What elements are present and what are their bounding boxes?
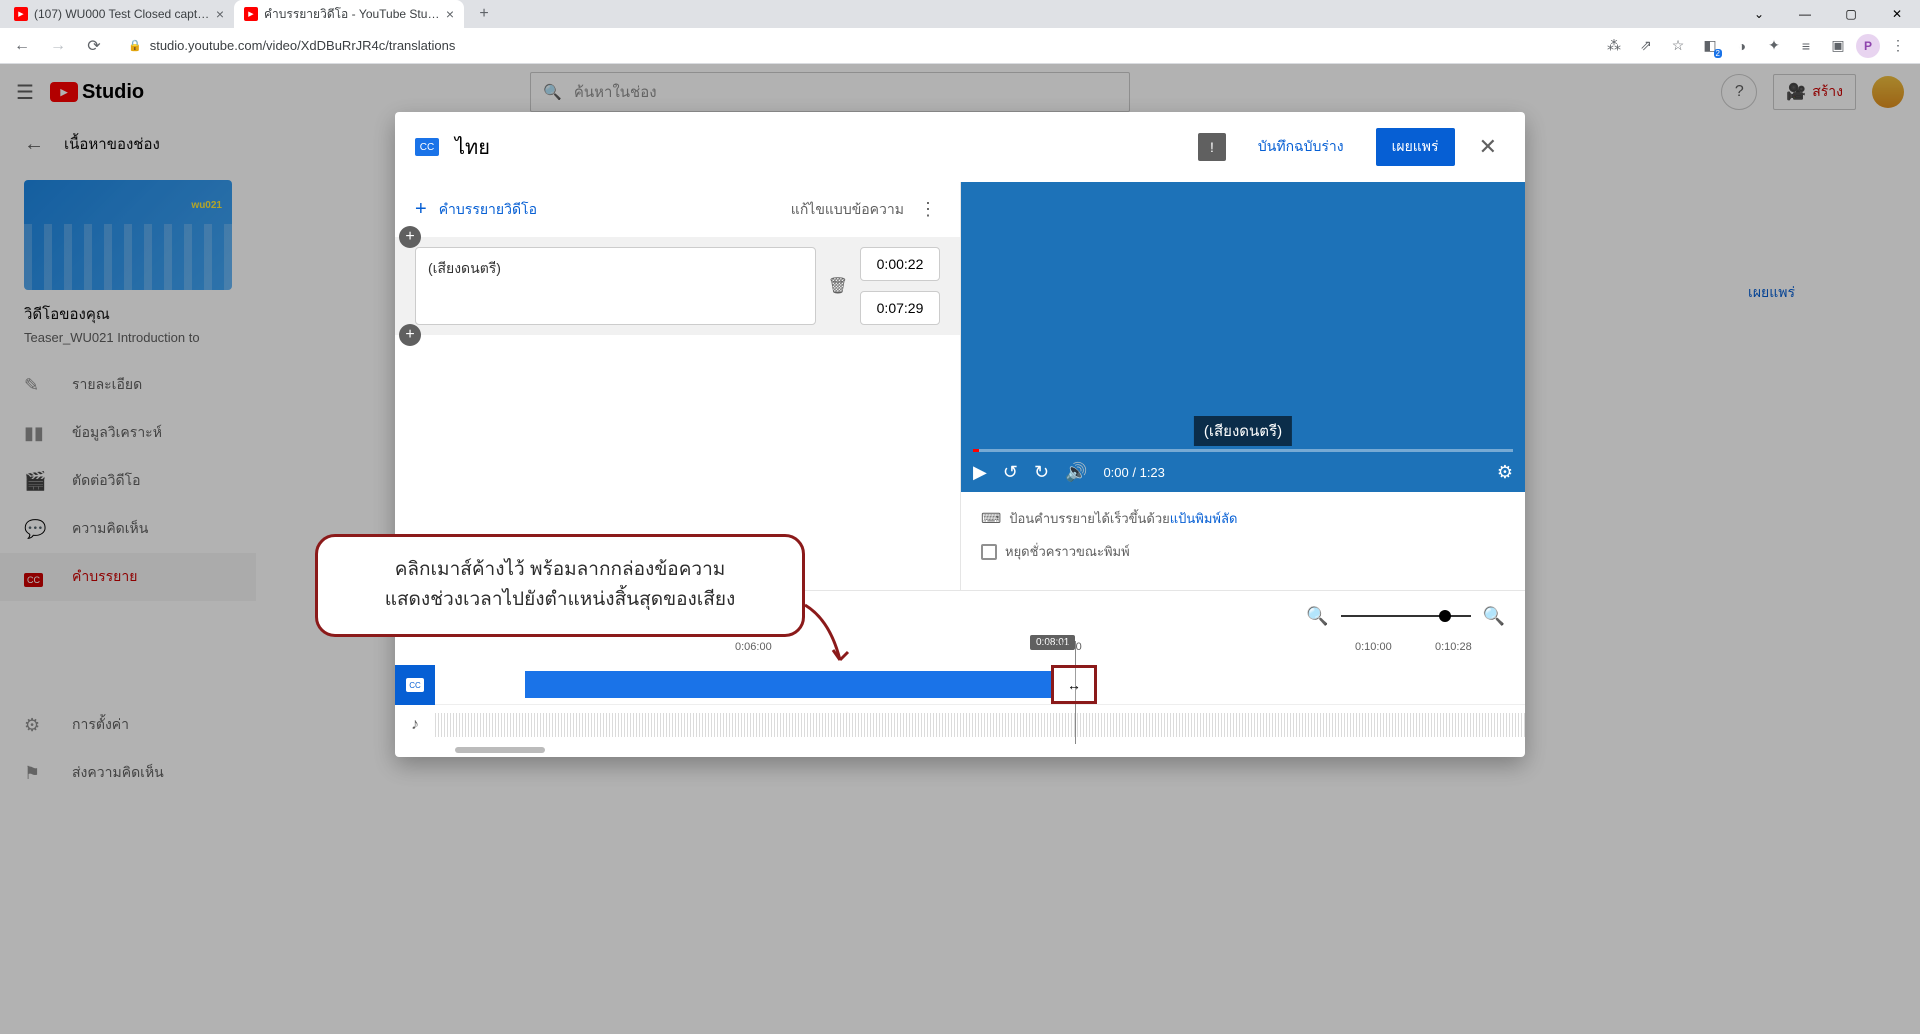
more-options-icon[interactable]: ⋮: [916, 199, 940, 220]
maximize-icon[interactable]: ▢: [1828, 0, 1874, 28]
player-time: 0:00 / 1:23: [1103, 465, 1164, 480]
edit-as-text-button[interactable]: แก้ไขแบบข้อความ: [791, 199, 904, 221]
insert-caption-below[interactable]: +: [399, 324, 421, 346]
address-bar: ← → ⟳ 🔒 studio.youtube.com/video/XdDBuRr…: [0, 28, 1920, 64]
close-icon[interactable]: ✕: [1471, 134, 1505, 160]
zoom-out-icon[interactable]: 🔍: [1306, 606, 1328, 627]
zoom-slider[interactable]: [1341, 615, 1471, 617]
checkbox-icon[interactable]: [981, 544, 997, 560]
drag-handle[interactable]: ↔: [1051, 665, 1097, 704]
annotation-arrow: [800, 600, 860, 680]
extension-icon[interactable]: ◧2: [1696, 32, 1724, 60]
subtitle-editor-modal: CC ไทย ! บันทึกฉบับร่าง เผยแพร่ ✕ + คำบร…: [395, 112, 1525, 757]
sidepanel-icon[interactable]: ▣: [1824, 32, 1852, 60]
lock-icon: 🔒: [128, 39, 142, 52]
puzzle-icon[interactable]: ✦: [1760, 32, 1788, 60]
keyboard-icon: ⌨: [981, 510, 1001, 527]
rewind-button[interactable]: ↺: [1003, 462, 1018, 483]
tip-shortcuts: ⌨ ป้อนคำบรรยายได้เร็วขึ้นด้วยแป้นพิมพ์ลั…: [981, 508, 1505, 529]
caption-row: + + (เสียงดนตรี) 🗑 0:00:22 0:07:29: [395, 237, 960, 335]
plus-icon: +: [415, 198, 427, 221]
music-note-icon: ♪: [395, 716, 435, 734]
reading-list-icon[interactable]: ≡: [1792, 32, 1820, 60]
video-player[interactable]: (เสียงดนตรี) ▶ ↺ ↻ 🔊 0:00 / 1:23 ⚙: [961, 182, 1525, 492]
subtitle-icon: CC: [415, 138, 439, 156]
close-window-icon[interactable]: ✕: [1874, 0, 1920, 28]
reload-button[interactable]: ⟳: [80, 32, 108, 60]
youtube-favicon: [14, 7, 28, 21]
back-button[interactable]: ←: [8, 32, 36, 60]
feedback-icon[interactable]: !: [1198, 133, 1226, 161]
add-caption-button[interactable]: + คำบรรยายวิดีโอ: [415, 198, 537, 221]
delete-icon[interactable]: 🗑: [828, 276, 848, 296]
publish-button[interactable]: เผยแพร่: [1376, 128, 1455, 166]
zoom-in-icon[interactable]: 🔍: [1483, 606, 1505, 627]
forward-button[interactable]: ↻: [1034, 462, 1049, 483]
profile-avatar[interactable]: P: [1856, 34, 1880, 58]
play-button[interactable]: ▶: [973, 462, 987, 483]
url-input[interactable]: 🔒 studio.youtube.com/video/XdDBuRrJR4c/t…: [116, 32, 1592, 60]
window-controls: ⌄ — ▢ ✕: [1736, 0, 1920, 28]
save-draft-button[interactable]: บันทึกฉบับร่าง: [1242, 136, 1360, 158]
minimize-icon[interactable]: —: [1782, 0, 1828, 28]
caption-track-icon: CC: [395, 665, 435, 705]
shortcuts-link[interactable]: แป้นพิมพ์ลัด: [1170, 511, 1238, 526]
extension-icon[interactable]: ◑: [1728, 32, 1756, 60]
tab-close-icon[interactable]: ×: [446, 6, 454, 22]
translate-icon[interactable]: ⁂: [1600, 32, 1628, 60]
youtube-favicon: [244, 7, 258, 21]
insert-caption-above[interactable]: +: [399, 226, 421, 248]
forward-button[interactable]: →: [44, 32, 72, 60]
audio-track[interactable]: ♪: [395, 705, 1525, 745]
chevron-down-icon[interactable]: ⌄: [1736, 0, 1782, 28]
modal-overlay: CC ไทย ! บันทึกฉบับร่าง เผยแพร่ ✕ + คำบร…: [0, 64, 1920, 1034]
caption-text-input[interactable]: (เสียงดนตรี): [415, 247, 816, 325]
volume-button[interactable]: 🔊: [1065, 462, 1087, 483]
timeline-scrollbar[interactable]: [395, 745, 1525, 757]
browser-tab-bar: (107) WU000 Test Closed caption × คำบรรย…: [0, 0, 1920, 28]
annotation-callout: คลิกเมาส์ค้างไว้ พร้อมลากกล่องข้อความ แส…: [315, 534, 805, 637]
settings-icon[interactable]: ⚙: [1497, 462, 1513, 483]
bookmark-icon[interactable]: ☆: [1664, 32, 1692, 60]
new-tab-button[interactable]: +: [472, 2, 496, 26]
end-time-input[interactable]: 0:07:29: [860, 291, 940, 325]
browser-tab-1[interactable]: (107) WU000 Test Closed caption ×: [4, 0, 234, 28]
start-time-input[interactable]: 0:00:22: [860, 247, 940, 281]
caption-preview: (เสียงดนตรี): [1194, 416, 1292, 446]
menu-icon[interactable]: ⋮: [1884, 32, 1912, 60]
modal-title: ไทย: [455, 131, 1182, 163]
caption-block[interactable]: [525, 671, 1053, 698]
caption-track[interactable]: CC ↔: [395, 665, 1525, 705]
tip-pause[interactable]: หยุดชั่วคราวขณะพิมพ์: [981, 541, 1505, 562]
browser-tab-2[interactable]: คำบรรยายวิดีโอ - YouTube Studio ×: [234, 0, 464, 28]
timeline-ruler[interactable]: 0:08:01 0:06:00 0:08:00 0:10:00 0:10:28: [395, 641, 1525, 665]
waveform: [435, 713, 1525, 737]
tab-close-icon[interactable]: ×: [216, 6, 224, 22]
share-icon[interactable]: ⇗: [1632, 32, 1660, 60]
